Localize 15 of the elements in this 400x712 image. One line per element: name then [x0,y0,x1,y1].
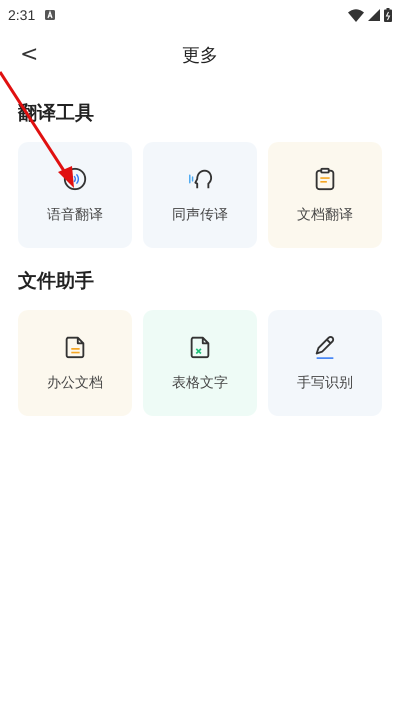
back-button[interactable]: < [14,40,44,69]
tool-card[interactable]: 语音翻译 [18,142,132,248]
sound-wave-icon [62,166,88,192]
tool-card[interactable]: 同声传译 [143,142,257,248]
tool-card[interactable]: 手写识别 [268,310,382,416]
section-title: 文件助手 [18,269,95,294]
notification-icon [45,10,56,20]
signal-icon [368,9,380,21]
wifi-icon [348,8,364,22]
status-time: 2:31 [8,7,36,23]
tool-card[interactable]: 表格文字 [143,310,257,416]
page-title: 更多 [182,44,218,67]
tool-card[interactable]: 办公文档 [18,310,132,416]
tool-card[interactable]: 文档翻译 [268,142,382,248]
battery-icon [384,8,392,22]
